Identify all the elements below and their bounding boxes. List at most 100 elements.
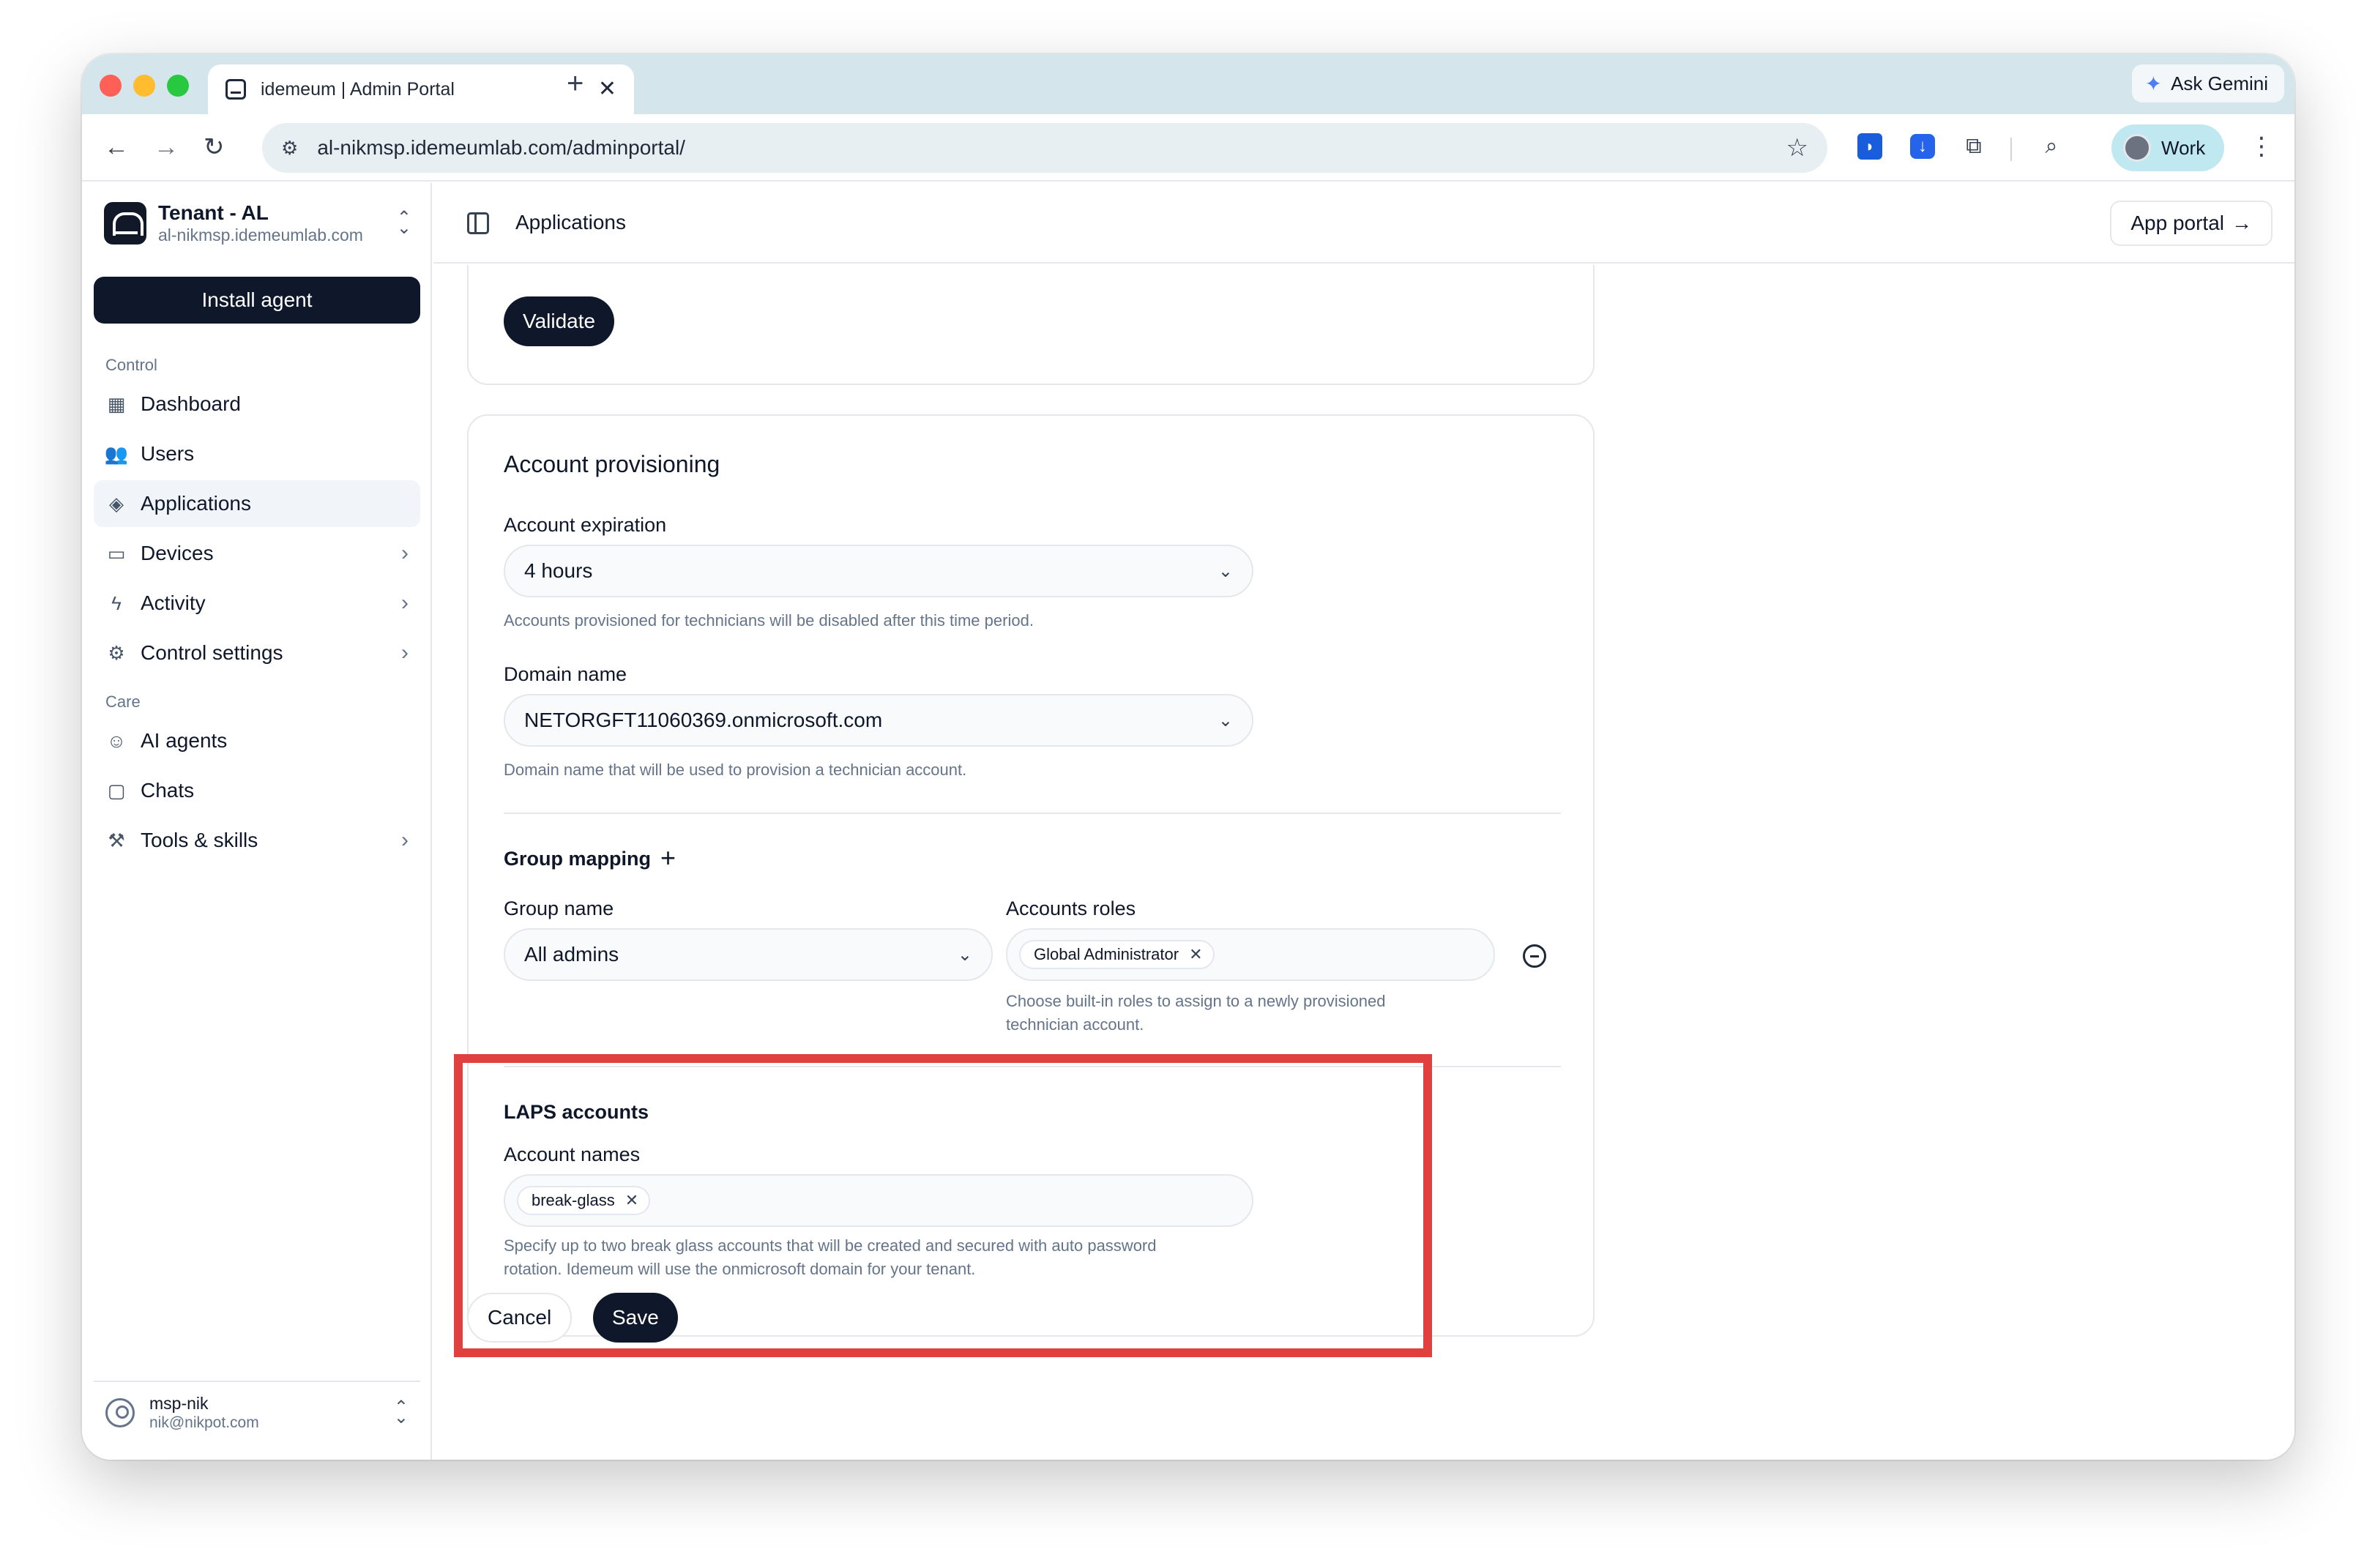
sidebar-item-label: Control settings	[141, 641, 283, 664]
page-title: Applications	[515, 211, 626, 234]
bot-icon: ☺	[106, 729, 127, 752]
url-text[interactable]: al-nikmsp.idemeumlab.com/adminportal/	[317, 136, 1786, 160]
expiration-label: Account expiration	[504, 514, 667, 536]
arrow-right-icon: →	[2232, 212, 2252, 234]
laps-help-line-1: Specify up to two break glass accounts t…	[504, 1236, 1157, 1255]
group-name-select[interactable]: All admins ⌄	[504, 928, 993, 981]
forward-arrow-icon[interactable]: →	[154, 129, 179, 165]
roles-help-line-2: technician account.	[1006, 1015, 1144, 1034]
toggle-sidebar-icon[interactable]	[467, 212, 489, 234]
domain-label: Domain name	[504, 663, 627, 685]
ask-gemini-button[interactable]: ✦ Ask Gemini	[2131, 64, 2284, 102]
maximize-window-button[interactable]	[167, 75, 189, 97]
site-info-icon[interactable]: ⚙	[281, 137, 298, 160]
gear-icon: ⚙	[108, 641, 125, 664]
sidebar-item-control-settings[interactable]: ⚙ Control settings ›	[94, 630, 420, 676]
chat-icon: ▢	[107, 779, 126, 802]
sidebar-item-users[interactable]: 👥 Users	[94, 430, 420, 477]
profile-chip[interactable]: Work	[2111, 124, 2225, 171]
user-menu[interactable]: msp-nik nik@nikpot.com ⌃ ⌄	[94, 1381, 420, 1444]
chevron-right-icon: ›	[401, 828, 409, 852]
sidebar-item-label: Devices	[141, 542, 214, 564]
sidebar-item-applications[interactable]: ◈ Applications	[94, 480, 420, 527]
role-chip: Global Administrator ✕	[1019, 940, 1215, 969]
browser-window: idemeum | Admin Portal ✕ + ✦ Ask Gemini …	[82, 54, 2294, 1460]
domain-select[interactable]: NETORGFT11060369.onmicrosoft.com ⌄	[504, 694, 1253, 747]
new-tab-button[interactable]: +	[567, 69, 584, 98]
cancel-button[interactable]: Cancel	[467, 1293, 573, 1343]
back-arrow-icon[interactable]: ←	[104, 129, 129, 165]
chevron-down-icon: ⌄	[1218, 561, 1233, 581]
ask-gemini-label: Ask Gemini	[2171, 72, 2268, 94]
close-window-button[interactable]	[100, 75, 122, 97]
account-chip: break-glass ✕	[517, 1186, 651, 1215]
tab-close-icon[interactable]: ✕	[598, 78, 616, 100]
admin-portal-app: Tenant - AL al-nikmsp.idemeumlab.com ⌃ ⌄ …	[82, 183, 2294, 1460]
user-name: msp-nik	[149, 1394, 209, 1413]
sidebar-item-label: Users	[141, 442, 195, 465]
account-names-label: Account names	[504, 1143, 641, 1165]
group-name-label: Group name	[504, 897, 614, 919]
browser-menu-icon[interactable]: ⋮	[2249, 130, 2274, 163]
sidebar-item-label: Dashboard	[141, 392, 241, 415]
wrench-icon: ⚒	[108, 829, 125, 851]
page-header: Applications App portal →	[433, 183, 2294, 264]
account-provisioning-card: Account provisioning Account expiration …	[467, 414, 1595, 1337]
idemeum-favicon-icon	[225, 79, 246, 100]
remove-chip-icon[interactable]: ✕	[625, 1191, 638, 1210]
minimize-window-button[interactable]	[133, 75, 155, 97]
section-divider	[504, 813, 1561, 814]
tenant-logo-icon	[104, 202, 146, 244]
monitor-icon: ▭	[107, 542, 126, 564]
chevrons-up-down-icon: ⌃ ⌄	[393, 1397, 409, 1427]
roles-input[interactable]: Global Administrator ✕	[1006, 928, 1495, 981]
install-agent-button[interactable]: Install agent	[94, 277, 420, 324]
bookmark-star-icon[interactable]: ☆	[1786, 133, 1808, 163]
chevron-right-icon: ›	[401, 541, 409, 565]
laps-help: Specify up to two break glass accounts t…	[504, 1234, 1157, 1281]
save-button[interactable]: Save	[593, 1293, 678, 1343]
remove-mapping-icon[interactable]	[1523, 944, 1546, 968]
sidebar-item-label: AI agents	[141, 729, 228, 752]
download-extension-icon[interactable]: ↓	[1906, 130, 1939, 163]
tenant-name: Tenant - AL	[158, 201, 269, 224]
section-divider	[504, 1066, 1561, 1067]
domain-value: NETORGFT11060369.onmicrosoft.com	[524, 709, 883, 731]
sidebar-item-devices[interactable]: ▭ Devices ›	[94, 530, 420, 577]
validate-button[interactable]: Validate	[504, 296, 615, 346]
sidebar-item-tools-skills[interactable]: ⚒ Tools & skills ›	[94, 817, 420, 864]
chevron-down-icon: ⌄	[957, 944, 972, 965]
extensions-puzzle-icon[interactable]: ⧉	[1958, 130, 1990, 163]
sidebar-item-activity[interactable]: ϟ Activity ›	[94, 580, 420, 627]
bitwarden-extension-icon[interactable]: ◗	[1854, 130, 1886, 163]
tab-search-icon[interactable]: ⌕	[2035, 130, 2068, 163]
expiration-select[interactable]: 4 hours ⌄	[504, 545, 1253, 597]
reload-icon[interactable]: ↻	[204, 129, 225, 165]
laps-title: LAPS accounts	[504, 1101, 649, 1123]
profile-avatar	[2123, 134, 2151, 162]
user-email: nik@nikpot.com	[149, 1414, 259, 1431]
account-chip-label: break-glass	[532, 1191, 615, 1209]
sidebar-item-ai-agents[interactable]: ☺ AI agents	[94, 717, 420, 764]
group-name-value: All admins	[524, 943, 619, 966]
sidebar-item-chats[interactable]: ▢ Chats	[94, 767, 420, 814]
chevron-right-icon: ›	[401, 641, 409, 665]
expiration-value: 4 hours	[524, 559, 593, 582]
tenant-switcher[interactable]: Tenant - AL al-nikmsp.idemeumlab.com ⌃ ⌄	[104, 199, 411, 247]
chevrons-up-down-icon: ⌃ ⌄	[396, 208, 411, 238]
sidebar-item-dashboard[interactable]: ▦ Dashboard	[94, 381, 420, 428]
account-names-input[interactable]: break-glass ✕	[504, 1174, 1253, 1227]
activity-icon: ϟ	[111, 591, 122, 614]
add-group-mapping-icon[interactable]: +	[660, 845, 676, 871]
chevron-right-icon: ›	[401, 591, 409, 615]
domain-help: Domain name that will be used to provisi…	[504, 761, 967, 779]
profile-label: Work	[2161, 136, 2206, 159]
browser-toolbar: ← → ↻ ⚙ al-nikmsp.idemeumlab.com/adminpo…	[82, 114, 2294, 182]
sidebar-item-label: Chats	[141, 779, 195, 802]
address-bar[interactable]: ⚙ al-nikmsp.idemeumlab.com/adminportal/ …	[262, 123, 1827, 173]
sidebar-item-label: Applications	[141, 492, 251, 515]
app-portal-button[interactable]: App portal →	[2110, 201, 2273, 246]
remove-chip-icon[interactable]: ✕	[1189, 945, 1202, 964]
section-label-control: Control	[105, 356, 157, 374]
sidebar-item-label: Tools & skills	[141, 829, 258, 851]
